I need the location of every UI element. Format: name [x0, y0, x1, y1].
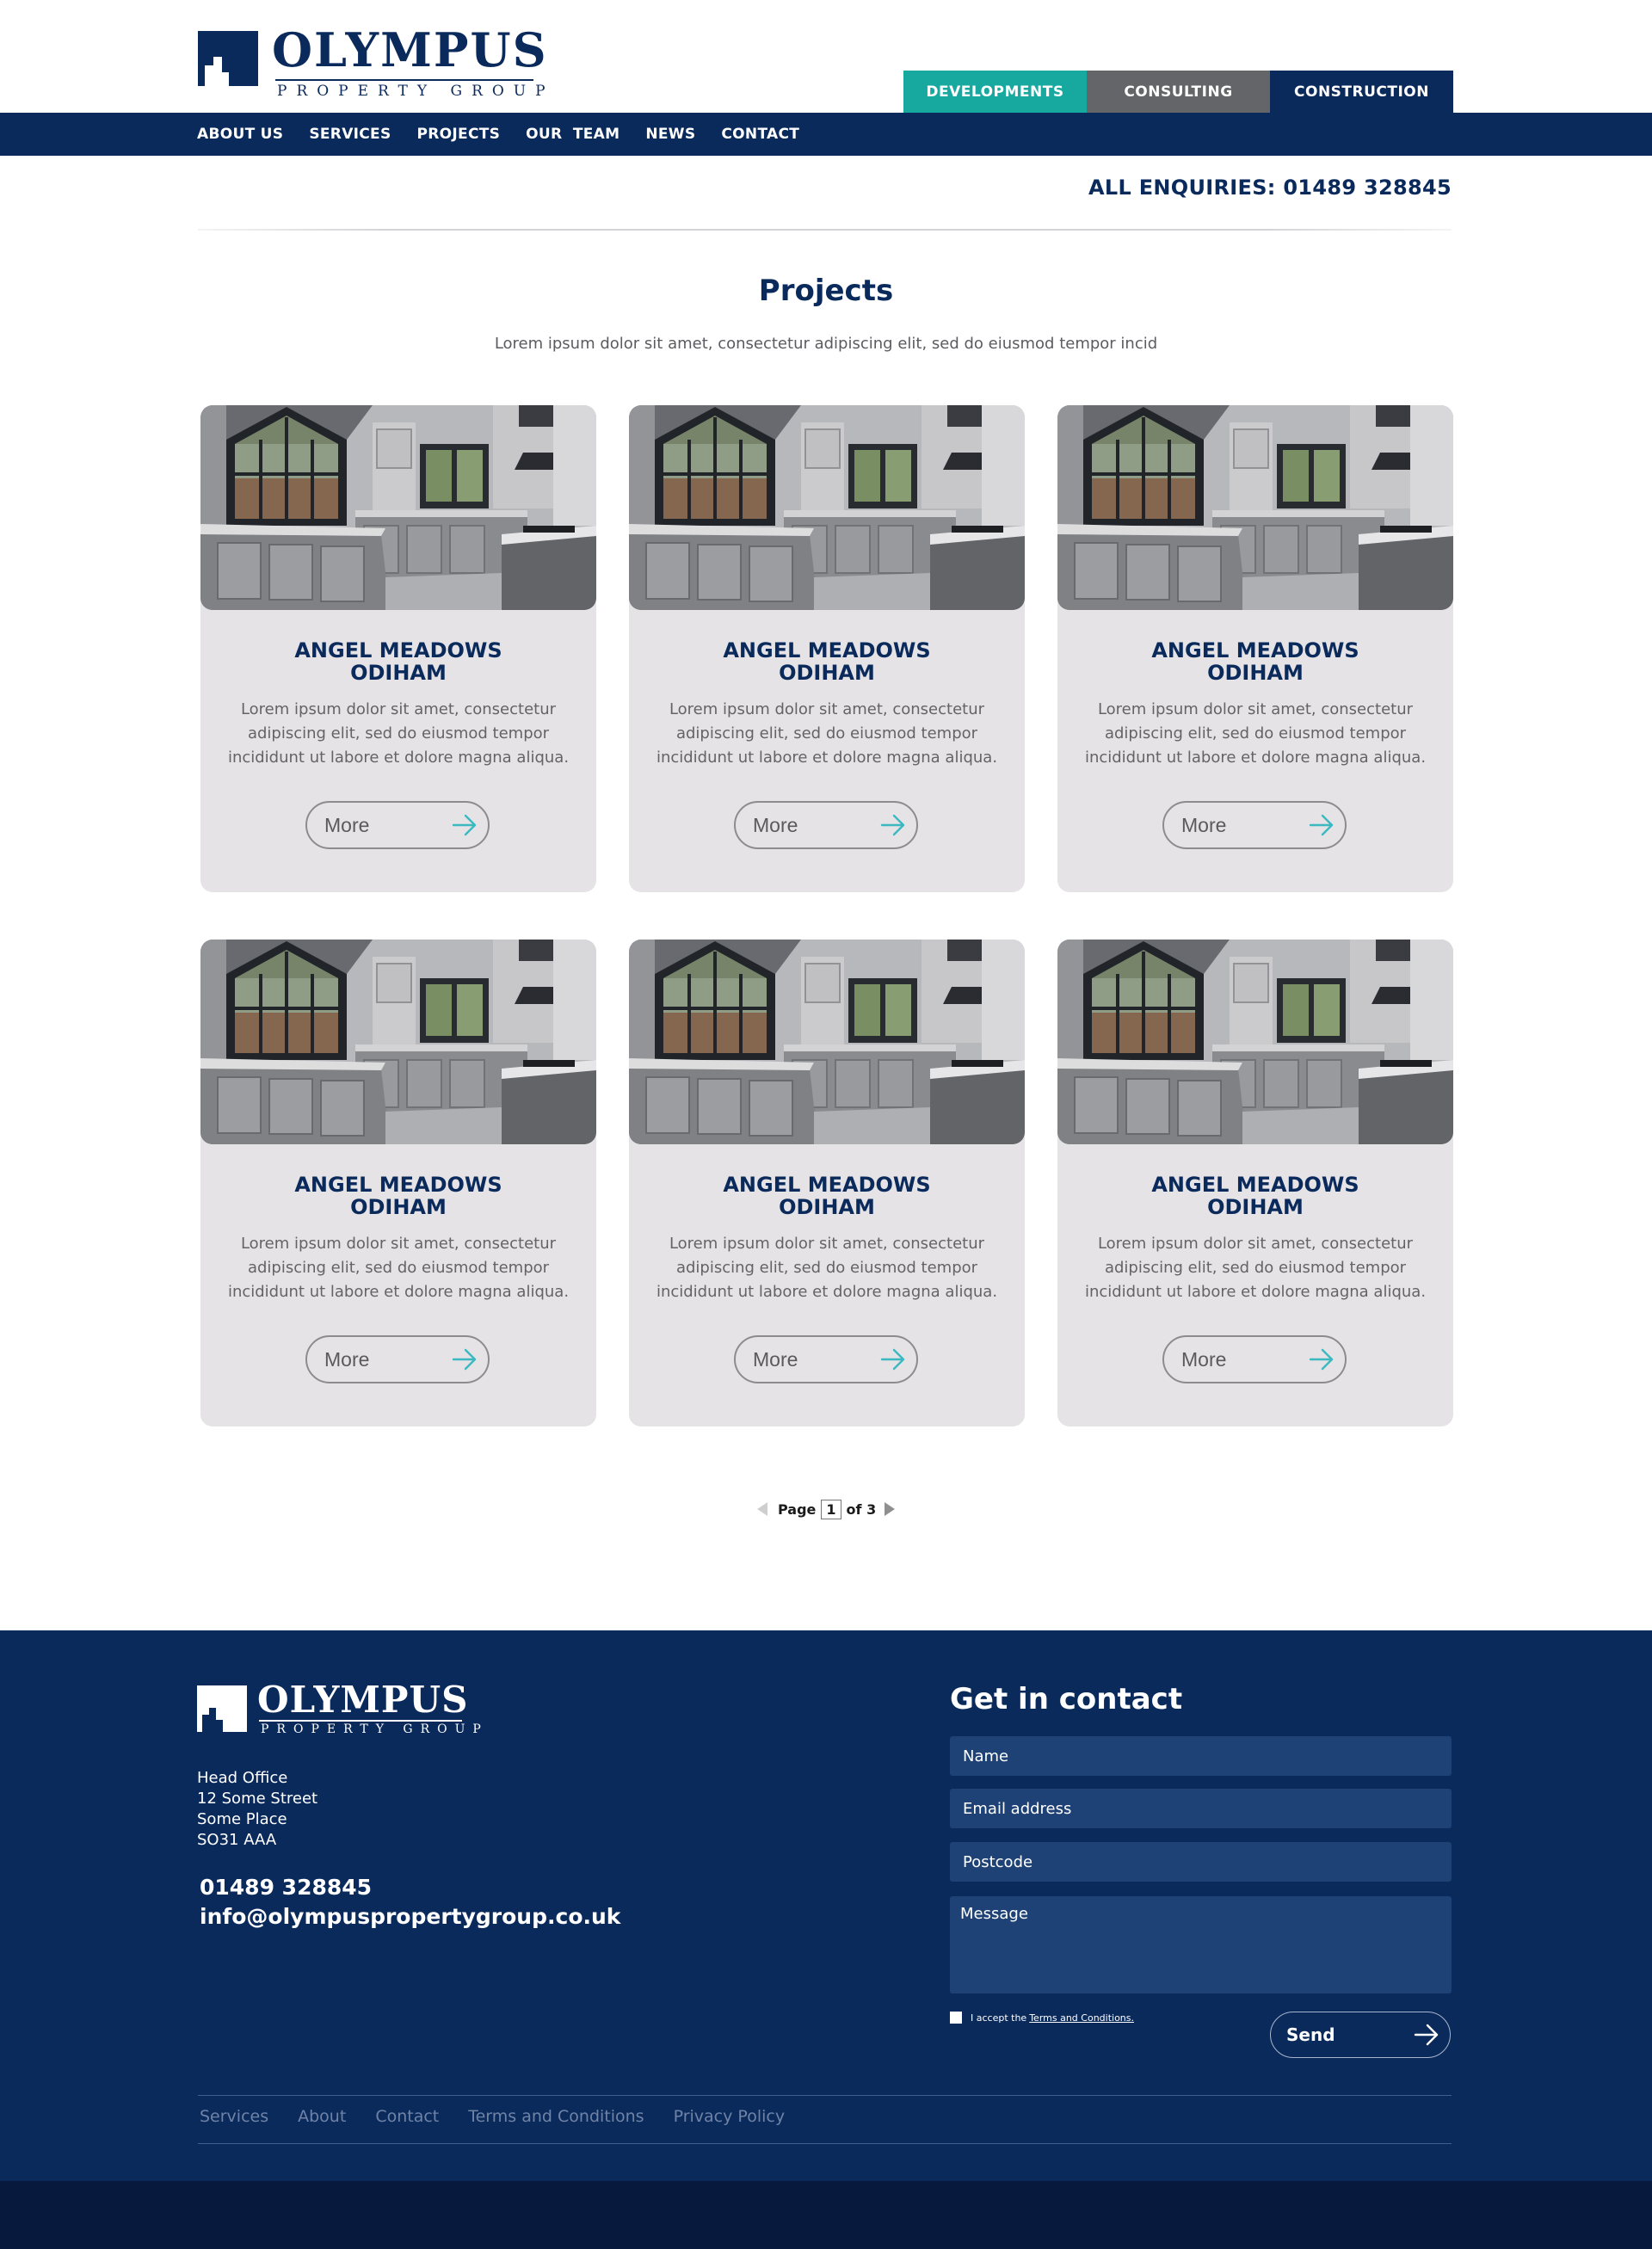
- header-top-bar: OLYMPUS PROPERTY GROUP DEVELOPMENTS CONS…: [0, 0, 1652, 113]
- project-title: ANGEL MEADOWS ODIHAM: [1151, 1173, 1359, 1219]
- project-title: ANGEL MEADOWS ODIHAM: [1151, 638, 1359, 685]
- logo-wordmark: OLYMPUS: [272, 22, 548, 77]
- footer-divider: [198, 2095, 1452, 2096]
- project-card: ANGEL MEADOWS ODIHAM Lorem ipsum dolor si…: [200, 405, 596, 892]
- project-card: ANGEL MEADOWS ODIHAM Lorem ipsum dolor si…: [629, 940, 1025, 1426]
- arrow-right-icon: [1414, 2024, 1439, 2046]
- more-button[interactable]: More: [734, 801, 918, 849]
- arrow-right-icon: [1309, 1348, 1334, 1371]
- project-description: Lorem ipsum dolor sit amet, consectetur …: [656, 1235, 998, 1301]
- arrow-right-icon: [880, 814, 905, 836]
- project-description: Lorem ipsum dolor sit amet, consectetur …: [1084, 700, 1427, 767]
- project-title: ANGEL MEADOWS ODIHAM: [723, 638, 931, 685]
- logo-tagline: PROPERTY GROUP: [277, 83, 555, 100]
- footer-bottom-bar: [0, 2181, 1652, 2249]
- footer-phone[interactable]: 01489 328845: [200, 1875, 372, 1900]
- address-line: SO31 AAA: [197, 1831, 277, 1849]
- project-description: Lorem ipsum dolor sit amet, consectetur …: [656, 700, 998, 767]
- kitchen-photo[interactable]: [629, 405, 1025, 610]
- postcode-field[interactable]: [950, 1842, 1452, 1882]
- name-field[interactable]: [950, 1736, 1452, 1776]
- enquiries-phone[interactable]: ALL ENQUIRIES: 01489 328845: [1088, 176, 1452, 200]
- email-field[interactable]: [950, 1789, 1452, 1828]
- more-button[interactable]: More: [734, 1335, 918, 1383]
- logo-mark-icon: [198, 31, 258, 86]
- nav-news[interactable]: NEWS: [645, 126, 695, 143]
- footer-email[interactable]: info@olympuspropertygroup.co.uk: [200, 1904, 620, 1929]
- terms-prefix: I accept the: [971, 2012, 1027, 2024]
- nav-contact[interactable]: CONTACT: [721, 126, 799, 143]
- current-page-input[interactable]: 1: [821, 1499, 841, 1519]
- tab-developments[interactable]: DEVELOPMENTS: [903, 71, 1087, 113]
- nav-services[interactable]: SERVICES: [309, 126, 391, 143]
- project-title: ANGEL MEADOWS ODIHAM: [723, 1173, 931, 1219]
- project-description: Lorem ipsum dolor sit amet, consectetur …: [227, 1235, 570, 1301]
- footer-link-privacy[interactable]: Privacy Policy: [674, 2107, 785, 2126]
- next-page-icon[interactable]: [885, 1502, 896, 1516]
- main-nav: ABOUT US SERVICES PROJECTS OUR TEAM NEWS…: [0, 113, 1652, 156]
- logo-rule: [275, 79, 533, 81]
- footer-logo-rule: [259, 1720, 462, 1722]
- project-card: ANGEL MEADOWS ODIHAM Lorem ipsum dolor si…: [1057, 940, 1453, 1426]
- footer-link-about[interactable]: About: [298, 2107, 346, 2126]
- arrow-right-icon: [452, 814, 477, 836]
- header-divider: [198, 229, 1452, 231]
- footer-link-services[interactable]: Services: [200, 2107, 268, 2126]
- project-card: ANGEL MEADOWS ODIHAM Lorem ipsum dolor si…: [1057, 405, 1453, 892]
- arrow-right-icon: [1309, 814, 1334, 836]
- nav-our-team[interactable]: OUR TEAM: [526, 126, 620, 143]
- tab-construction[interactable]: CONSTRUCTION: [1270, 71, 1453, 113]
- kitchen-photo[interactable]: [1057, 940, 1453, 1144]
- nav-links: ABOUT US SERVICES PROJECTS OUR TEAM NEWS…: [197, 113, 825, 156]
- kitchen-photo[interactable]: [629, 940, 1025, 1144]
- footer-logo-tagline: PROPERTY GROUP: [261, 1722, 489, 1736]
- prev-page-icon[interactable]: [757, 1502, 767, 1516]
- footer-logo-wordmark: OLYMPUS: [257, 1679, 469, 1721]
- site-logo[interactable]: OLYMPUS PROPERTY GROUP: [198, 22, 546, 100]
- footer-link-contact[interactable]: Contact: [375, 2107, 439, 2126]
- kitchen-photo[interactable]: [200, 940, 596, 1144]
- site-footer: OLYMPUS PROPERTY GROUP Head Office 12 So…: [0, 1630, 1652, 2181]
- message-field[interactable]: [950, 1896, 1452, 1993]
- kitchen-photo[interactable]: [200, 405, 596, 610]
- address-line: Head Office: [197, 1769, 288, 1787]
- logo-mark-icon: [197, 1685, 247, 1732]
- project-description: Lorem ipsum dolor sit amet, consectetur …: [1084, 1235, 1427, 1301]
- project-description: Lorem ipsum dolor sit amet, consectetur …: [227, 700, 570, 767]
- project-card: ANGEL MEADOWS ODIHAM Lorem ipsum dolor si…: [629, 405, 1025, 892]
- nav-projects[interactable]: PROJECTS: [417, 126, 501, 143]
- footer-logo[interactable]: OLYMPUS PROPERTY GROUP: [197, 1679, 481, 1736]
- tab-consulting[interactable]: CONSULTING: [1087, 71, 1270, 113]
- arrow-right-icon: [880, 1348, 905, 1371]
- project-title: ANGEL MEADOWS ODIHAM: [294, 1173, 502, 1219]
- pagination: Page 1 of 3: [757, 1497, 896, 1521]
- address-line: 12 Some Street: [197, 1790, 318, 1808]
- kitchen-photo[interactable]: [1057, 405, 1453, 610]
- terms-consent: I accept the Terms and Conditions.: [950, 2012, 1134, 2024]
- page-intro: Lorem ipsum dolor sit amet, consectetur …: [494, 335, 1158, 353]
- project-title: ANGEL MEADOWS ODIHAM: [294, 638, 502, 685]
- arrow-right-icon: [452, 1348, 477, 1371]
- more-button[interactable]: More: [1162, 1335, 1347, 1383]
- office-address: Head Office 12 Some Street Some Place SO…: [197, 1768, 317, 1851]
- more-button[interactable]: More: [305, 801, 490, 849]
- contact-form-title: Get in contact: [950, 1682, 1183, 1716]
- division-tabs: DEVELOPMENTS CONSULTING CONSTRUCTION: [903, 71, 1453, 113]
- send-button[interactable]: Send: [1270, 2012, 1451, 2058]
- page-title: Projects: [758, 274, 894, 308]
- footer-divider: [198, 2143, 1452, 2144]
- address-line: Some Place: [197, 1810, 287, 1828]
- more-button[interactable]: More: [305, 1335, 490, 1383]
- project-card: ANGEL MEADOWS ODIHAM Lorem ipsum dolor si…: [200, 940, 596, 1426]
- nav-about-us[interactable]: ABOUT US: [197, 126, 283, 143]
- terms-checkbox[interactable]: [950, 2012, 962, 2024]
- pagination-label: Page: [778, 1500, 817, 1518]
- more-button[interactable]: More: [1162, 801, 1347, 849]
- pagination-total: of 3: [846, 1500, 877, 1518]
- footer-links: Services About Contact Terms and Conditi…: [200, 2107, 814, 2126]
- terms-link[interactable]: Terms and Conditions.: [1029, 2012, 1134, 2024]
- footer-link-terms[interactable]: Terms and Conditions: [468, 2107, 644, 2126]
